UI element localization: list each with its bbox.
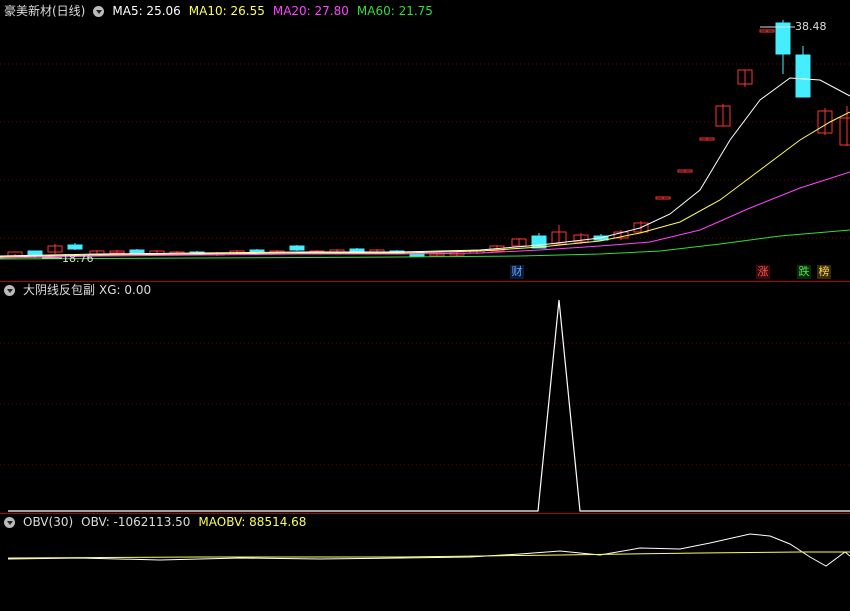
stock-name: 豪美新材(日线) [4, 4, 86, 18]
indicator-value: XG: 0.00 [99, 283, 152, 297]
high-price-label: 38.48 [795, 20, 827, 33]
xg-signal-line [8, 299, 850, 512]
indicator-panel[interactable]: 大阴线反包副 XG: 0.00 [0, 282, 850, 514]
obv-value: OBV: -1062113.50 [81, 515, 191, 529]
candle-body [67, 244, 83, 250]
candle-body [775, 22, 791, 55]
list-badge[interactable]: 榜 [817, 265, 831, 279]
obv-line [7, 533, 850, 567]
dropdown-icon[interactable] [4, 284, 15, 296]
indicator-chart[interactable] [0, 282, 850, 514]
indicator-name: 大阴线反包副 [23, 283, 96, 297]
dropdown-icon[interactable] [4, 516, 15, 528]
candle-body [129, 249, 145, 254]
obv-legend: OBV(30) OBV: -1062113.50 MAOBV: 88514.68 [4, 514, 306, 530]
candle-body [289, 245, 305, 251]
ma5-label: MA5: 25.06 [112, 4, 181, 18]
ma10-label: MA10: 26.55 [188, 4, 265, 18]
indicator-legend: 大阴线反包副 XG: 0.00 [4, 282, 151, 298]
kline-chart[interactable] [0, 0, 850, 280]
maobv-value: MAOBV: 88514.68 [198, 515, 307, 529]
fall-badge[interactable]: 跌 [797, 265, 811, 279]
candle-body [795, 54, 811, 98]
obv-panel[interactable]: OBV(30) OBV: -1062113.50 MAOBV: 88514.68 [0, 514, 850, 611]
ma10-line [0, 111, 850, 258]
maobv-line [7, 551, 850, 559]
kline-panel[interactable]: 豪美新材(日线) MA5: 25.06 MA10: 26.55 MA20: 27… [0, 0, 850, 280]
finance-badge[interactable]: 财 [510, 265, 524, 279]
dropdown-icon[interactable] [93, 5, 105, 17]
ma20-label: MA20: 27.80 [272, 4, 349, 18]
candle-body [249, 249, 265, 253]
kline-legend: 豪美新材(日线) MA5: 25.06 MA10: 26.55 MA20: 27… [4, 3, 433, 19]
rise-badge[interactable]: 涨 [756, 265, 770, 279]
low-price-label: 18.76 [62, 252, 94, 265]
ma60-label: MA60: 21.75 [356, 4, 433, 18]
obv-name: OBV(30) [23, 515, 74, 529]
ma20-line [0, 171, 850, 259]
